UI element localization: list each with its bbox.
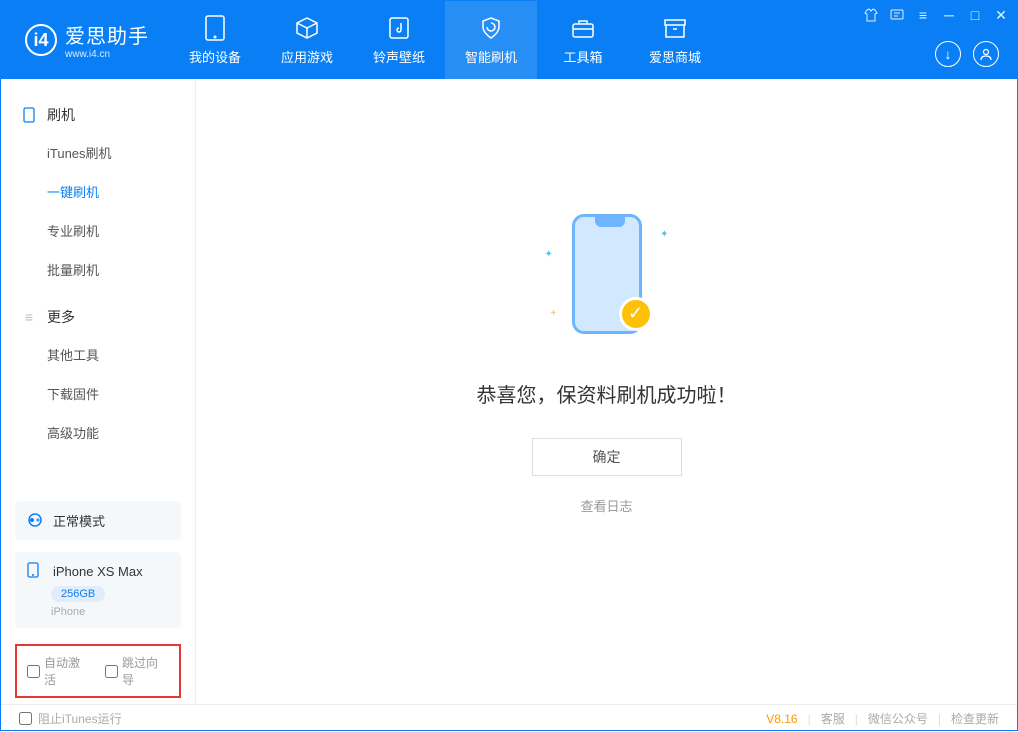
checkbox-auto-activate[interactable]: 自动激活 [27, 654, 91, 688]
sparkle-icon: ✦ [660, 229, 668, 240]
main-content: ✦ ✦ + ✓ 恭喜您，保资料刷机成功啦！ 确定 查看日志 [196, 79, 1017, 704]
sidebar-item-itunes-flash[interactable]: iTunes刷机 [1, 133, 195, 172]
menu-icon[interactable]: ≡ [915, 7, 931, 23]
toolbox-icon [570, 15, 596, 41]
check-update-link[interactable]: 检查更新 [951, 710, 999, 727]
tab-ringtones[interactable]: 铃声壁纸 [353, 1, 445, 79]
minimize-icon[interactable]: ─ [941, 7, 957, 23]
sidebar-item-advanced[interactable]: 高级功能 [1, 413, 195, 452]
checkbox-row-highlighted: 自动激活 跳过向导 [15, 644, 181, 698]
music-icon [386, 15, 412, 41]
block-itunes-checkbox[interactable] [19, 712, 32, 725]
sidebar-section-more: ≡ 更多 [1, 299, 195, 335]
close-icon[interactable]: ✕ [993, 7, 1009, 23]
sidebar-item-pro-flash[interactable]: 专业刷机 [1, 211, 195, 250]
success-illustration: ✦ ✦ + ✓ [537, 209, 677, 349]
device-info-card[interactable]: iPhone XS Max 256GB iPhone [15, 552, 181, 628]
device-name: iPhone XS Max [53, 564, 143, 579]
list-icon: ≡ [21, 309, 37, 325]
user-icon[interactable] [973, 41, 999, 67]
window-controls: ≡ ─ □ ✕ [863, 7, 1009, 23]
sidebar: 刷机 iTunes刷机 一键刷机 专业刷机 批量刷机 ≡ 更多 其他工具 下载固… [1, 79, 196, 704]
separator: | [938, 712, 941, 726]
checkbox-label: 跳过向导 [122, 654, 169, 688]
wechat-link[interactable]: 微信公众号 [868, 710, 928, 727]
success-message: 恭喜您，保资料刷机成功啦！ [477, 379, 737, 408]
maximize-icon[interactable]: □ [967, 7, 983, 23]
checkbox-input[interactable] [27, 665, 40, 678]
device-icon [202, 15, 228, 41]
confirm-button[interactable]: 确定 [532, 438, 682, 476]
header-right-icons: ↓ [935, 41, 999, 67]
sidebar-section-flash: 刷机 [1, 97, 195, 133]
tab-label: 智能刷机 [465, 47, 517, 66]
logo-icon: i4 [25, 24, 57, 56]
shirt-icon[interactable] [863, 7, 879, 23]
tab-label: 铃声壁纸 [373, 47, 425, 66]
device-type: iPhone [51, 606, 169, 618]
mode-label: 正常模式 [53, 511, 105, 530]
footer: 阻止iTunes运行 V8.16 | 客服 | 微信公众号 | 检查更新 [1, 704, 1017, 732]
checkbox-skip-guide[interactable]: 跳过向导 [105, 654, 169, 688]
sidebar-item-other-tools[interactable]: 其他工具 [1, 335, 195, 374]
app-name: 爱思助手 [65, 26, 149, 48]
separator: | [855, 712, 858, 726]
tab-flash[interactable]: 智能刷机 [445, 1, 537, 79]
app-domain: www.i4.cn [65, 49, 149, 60]
tab-apps[interactable]: 应用游戏 [261, 1, 353, 79]
checkbox-label: 自动激活 [44, 654, 91, 688]
tab-toolbox[interactable]: 工具箱 [537, 1, 629, 79]
tab-label: 我的设备 [189, 47, 241, 66]
support-link[interactable]: 客服 [821, 710, 845, 727]
sidebar-item-batch-flash[interactable]: 批量刷机 [1, 250, 195, 289]
download-icon[interactable]: ↓ [935, 41, 961, 67]
view-log-link[interactable]: 查看日志 [580, 496, 632, 515]
section-title-text: 更多 [47, 307, 75, 327]
tab-label: 应用游戏 [281, 47, 333, 66]
feedback-icon[interactable] [889, 7, 905, 23]
store-icon [662, 15, 688, 41]
tab-label: 工具箱 [563, 47, 602, 66]
shield-icon [478, 15, 504, 41]
nav-tabs: 我的设备 应用游戏 铃声壁纸 智能刷机 工具箱 爱思商城 [169, 1, 721, 79]
sidebar-item-download-firmware[interactable]: 下载固件 [1, 374, 195, 413]
sidebar-item-oneclick-flash[interactable]: 一键刷机 [1, 172, 195, 211]
device-icon [27, 562, 45, 580]
version-label: V8.16 [766, 712, 797, 726]
tab-store[interactable]: 爱思商城 [629, 1, 721, 79]
tab-my-device[interactable]: 我的设备 [169, 1, 261, 79]
mode-icon [27, 512, 45, 530]
sparkle-icon: ✦ [545, 249, 553, 260]
cube-icon [294, 15, 320, 41]
tab-label: 爱思商城 [649, 47, 701, 66]
block-itunes-label: 阻止iTunes运行 [38, 710, 122, 727]
check-badge-icon: ✓ [619, 297, 653, 331]
checkbox-input[interactable] [105, 665, 118, 678]
section-title-text: 刷机 [47, 105, 75, 125]
device-mode-card[interactable]: 正常模式 [15, 501, 181, 540]
device-capacity: 256GB [51, 586, 105, 602]
sparkle-icon: + [551, 308, 557, 319]
separator: | [808, 712, 811, 726]
app-header: i4 爱思助手 www.i4.cn 我的设备 应用游戏 铃声壁纸 智能刷机 工具… [1, 1, 1017, 79]
app-logo: i4 爱思助手 www.i4.cn [1, 20, 169, 60]
phone-icon [21, 107, 37, 123]
